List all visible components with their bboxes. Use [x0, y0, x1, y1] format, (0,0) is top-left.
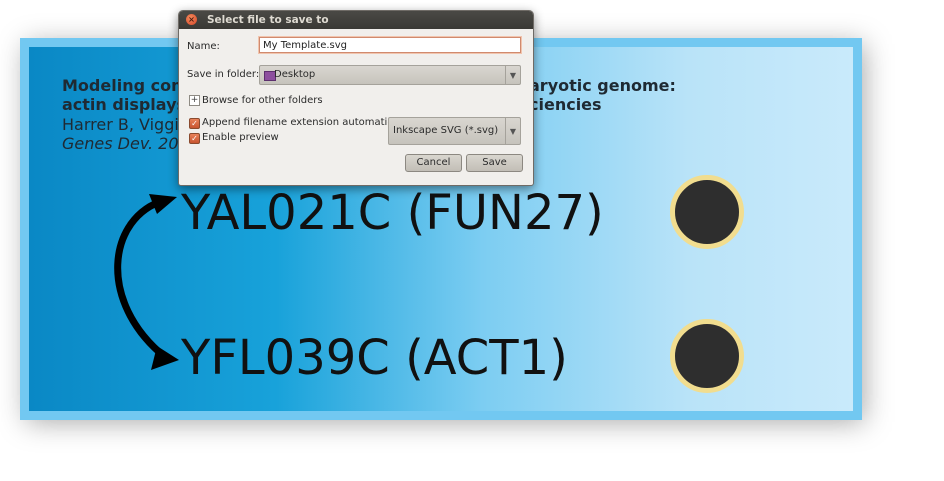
gene-label-yfl039c: YFL039C (ACT1)	[181, 330, 568, 386]
save-in-folder-label: Save in folder:	[187, 69, 260, 80]
name-label: Name:	[187, 41, 220, 52]
folder-select[interactable]: Desktop ▼	[259, 65, 521, 85]
enable-preview-label[interactable]: Enable preview	[202, 132, 279, 143]
file-type-select-value: Inkscape SVG (*.svg)	[393, 125, 499, 136]
reference-title-right: aryotic genome: ciencies	[529, 76, 676, 114]
save-file-dialog: × Select file to save to Name: Save in f…	[178, 10, 534, 186]
reference-title: Modeling com actin displays	[62, 76, 188, 114]
reference-authors: Harrer B, Viggia	[62, 115, 189, 134]
reference-journal: Genes Dev. 200	[62, 134, 189, 153]
browse-folders-label[interactable]: Browse for other folders	[202, 95, 323, 106]
gene-marker-dot	[670, 175, 744, 249]
reference-title-line-2: actin displays	[62, 95, 187, 114]
reference-title-right-line-1: aryotic genome:	[529, 76, 676, 95]
curved-double-arrow-icon	[114, 194, 179, 370]
cancel-button[interactable]: Cancel	[405, 154, 462, 172]
file-type-select[interactable]: Inkscape SVG (*.svg) ▼	[388, 117, 521, 145]
gene-label-yal021c: YAL021C (FUN27)	[181, 185, 604, 241]
filename-input[interactable]	[259, 37, 521, 53]
browse-expander-icon[interactable]: +	[189, 95, 200, 106]
dialog-titlebar[interactable]: × Select file to save to	[179, 11, 533, 29]
save-button[interactable]: Save	[466, 154, 523, 172]
dialog-title: Select file to save to	[207, 14, 329, 26]
reference-title-line-1: Modeling com	[62, 76, 188, 95]
folder-select-value: Desktop	[274, 69, 316, 80]
chevron-down-icon: ▼	[505, 66, 520, 84]
enable-preview-checkbox[interactable]: ✓	[189, 133, 200, 144]
reference-title-right-line-2: ciencies	[529, 95, 602, 114]
gene-marker-dot	[670, 319, 744, 393]
append-extension-checkbox[interactable]: ✓	[189, 118, 200, 129]
chevron-down-icon: ▼	[505, 118, 520, 144]
close-icon[interactable]: ×	[186, 14, 197, 25]
append-extension-label[interactable]: Append filename extension automatically	[202, 117, 410, 128]
